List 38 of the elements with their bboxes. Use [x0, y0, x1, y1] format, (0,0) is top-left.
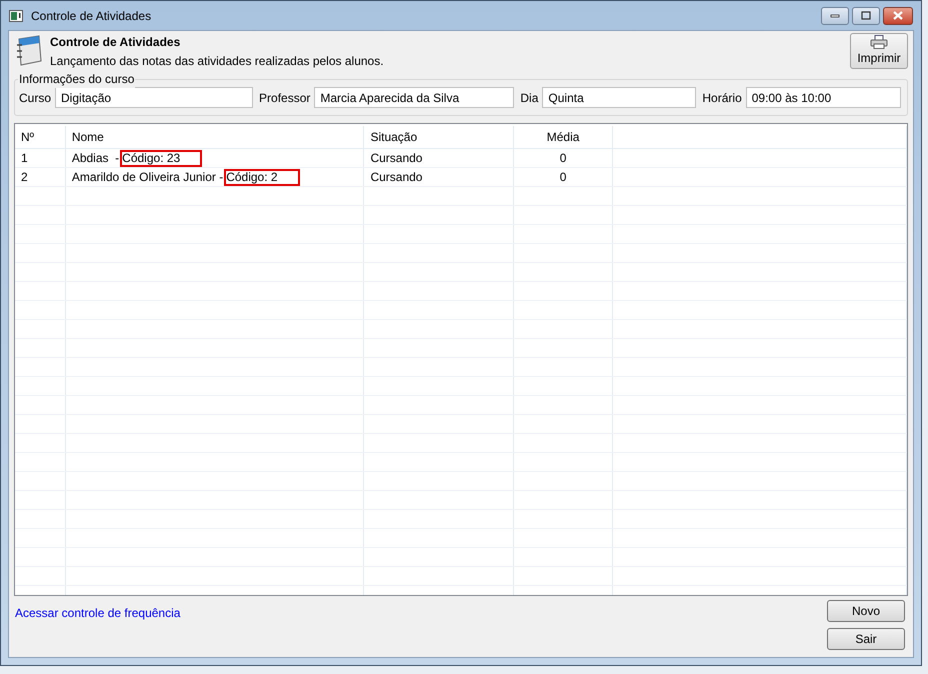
column-header: Nome — [72, 129, 104, 146]
text-field[interactable]: Digitação — [55, 87, 254, 108]
app-icon — [9, 10, 23, 22]
field-label: Curso — [19, 90, 52, 106]
print-button[interactable]: Imprimir — [850, 33, 908, 69]
table-cell-text: Amarildo de Oliveira Junior - — [72, 169, 224, 186]
table-cell-text: 2 — [21, 169, 28, 186]
student-code: Código: 23 — [120, 150, 202, 166]
close-button[interactable] — [883, 6, 913, 24]
column-header: Média — [546, 129, 580, 146]
table-cell-text: Cursando — [370, 150, 422, 167]
printer-icon — [870, 35, 888, 49]
student-code: Código: 2 — [224, 168, 300, 186]
column-header: Situação — [370, 129, 418, 146]
maximize-icon — [861, 11, 871, 20]
minimize-icon — [830, 14, 840, 18]
field-label: Dia — [520, 90, 538, 106]
maximize-button[interactable] — [852, 6, 880, 24]
column-header: Nº — [21, 129, 34, 146]
table-cell-text: 0 — [560, 150, 566, 167]
action-button[interactable]: Novo — [827, 600, 905, 622]
field-label: Professor — [259, 90, 310, 106]
field-label: Horário — [702, 90, 742, 106]
minimize-button[interactable] — [821, 6, 849, 24]
notebook-icon — [15, 35, 43, 67]
text-field[interactable]: 09:00 às 10:00 — [746, 87, 901, 108]
table-cell-text: Abdias - — [72, 150, 120, 167]
text-field[interactable]: Quinta — [542, 87, 696, 108]
close-icon — [893, 11, 903, 20]
header-subtitle: Lançamento das notas das atividades realizadas pelos alunos. — [50, 53, 384, 70]
text-field[interactable]: Marcia Aparecida da Silva — [314, 87, 514, 108]
window-title: Controle de Atividades — [31, 8, 152, 24]
action-button[interactable]: Sair — [827, 628, 905, 650]
table-cell-text: 0 — [560, 169, 566, 186]
attendance-link[interactable]: Acessar controle de frequência — [15, 604, 180, 650]
header-title: Controle de Atividades — [50, 34, 182, 51]
table-cell-text: 1 — [21, 150, 28, 167]
table-cell-text: Cursando — [370, 169, 422, 186]
